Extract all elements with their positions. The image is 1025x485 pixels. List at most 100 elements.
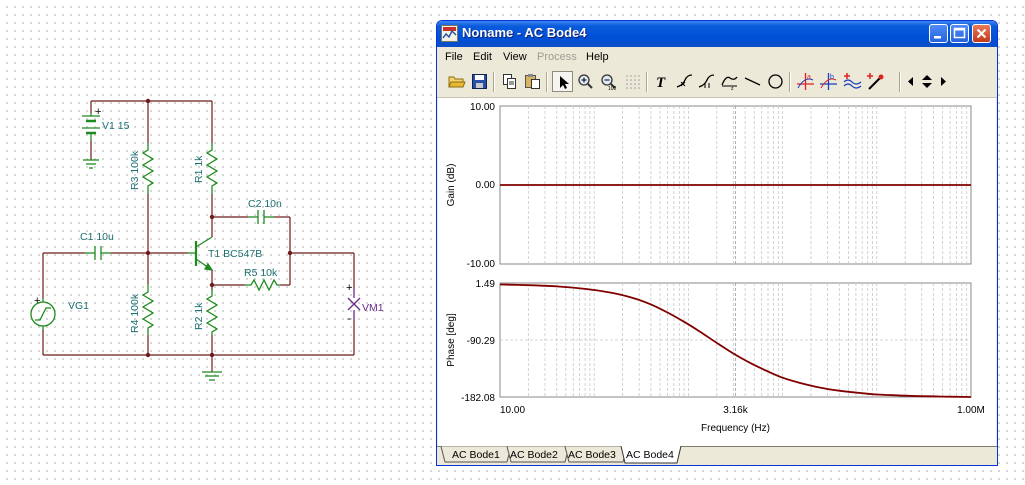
pointer-button[interactable] [552,71,573,92]
svg-text:a: a [807,74,811,81]
app-icon [441,25,458,42]
menu-process[interactable]: Process [537,51,577,63]
save-icon [472,74,487,89]
maximize-icon [953,27,966,39]
x-axis-label: Frequency (Hz) [701,423,770,434]
menu-help[interactable]: Help [586,51,609,63]
label-t1: T1 BC547B [208,248,262,260]
text-button[interactable]: T [651,71,672,92]
cursor-a-button[interactable]: a [795,71,816,92]
close-button[interactable] [972,24,991,43]
minus-sign: - [347,311,351,325]
circle-icon [768,74,783,89]
zoom-out-button[interactable]: 100 [598,71,619,92]
components [30,113,280,381]
arrow-right-button[interactable] [937,71,949,92]
copy-icon [503,74,516,89]
bode-window: Noname - AC Bode4 File Edit View Process… [436,20,998,466]
arrow-right-icon [941,77,946,86]
close-icon [976,28,987,39]
resistor-r5[interactable] [245,278,280,292]
minimize-button[interactable] [929,24,948,43]
x-tick: 1.00M [957,405,985,416]
plus-sign: + [346,282,352,294]
menu-file[interactable]: File [445,51,463,63]
arrow-updown-button[interactable] [918,71,936,92]
svg-text:b: b [830,74,834,81]
resistor-r4[interactable] [141,284,155,335]
x-tick: 10.00 [500,405,525,416]
cursor-b-button[interactable]: b [818,71,839,92]
pointer-icon [560,76,569,89]
zoom-in-button[interactable] [575,71,596,92]
gain-y-tick: 10.00 [470,102,495,113]
resistor-r3[interactable] [141,143,155,194]
resistor-r2[interactable] [205,290,219,335]
gain-y-label: Gain (dB) [446,164,457,207]
curve-b-icon [698,74,715,88]
zoom-out-icon: 100 [601,74,617,91]
curve-a-button[interactable] [674,71,695,92]
x-tick: 3.16k [723,405,748,416]
curve-a-icon [676,74,693,88]
plus-sign: + [34,295,40,307]
open-button[interactable] [446,71,467,92]
label-r2: R2 1k [193,302,205,330]
phase-y-tick: 1.49 [476,279,496,290]
label-c2: C2 10n [248,198,282,210]
plus-sign: + [95,106,101,118]
phase-plot[interactable]: 1.49 -90.29 -182.08 Phase [deg] 10.00 3.… [446,279,985,434]
probe-button[interactable] [865,71,886,92]
tab-ac-bode4-active[interactable]: AC Bode4 [620,446,682,464]
tab-ac-bode2[interactable]: AC Bode2 [506,446,570,463]
line-button[interactable] [742,71,763,92]
window-title: Noname - AC Bode4 [462,25,587,40]
wave-cursor-icon [843,73,862,89]
gain-plot[interactable]: 10.00 0.00 -10.00 Gain (dB) [446,102,972,270]
save-button[interactable] [469,71,490,92]
menu-bar: File Edit View Process Help [437,47,997,67]
ground-icon [83,159,99,169]
curve-c-button[interactable]: z [719,71,740,92]
grid-button[interactable] [622,71,643,92]
resistor-r1[interactable] [205,143,219,194]
label-v1: V1 15 [102,120,130,132]
zoom-in-icon [578,74,593,89]
menu-view[interactable]: View [503,51,527,63]
tab-bar: AC Bode1 AC Bode2 AC Bode3 AC Bode4 [437,446,997,465]
title-bar[interactable]: Noname - AC Bode4 [437,21,997,47]
menu-edit[interactable]: Edit [473,51,492,63]
cursor-b-icon: b [820,73,837,90]
curve-b-button[interactable] [696,71,717,92]
curve-c-icon: z [721,76,738,91]
copy-button[interactable] [499,71,520,92]
paste-icon [525,74,540,89]
ground-icon [202,371,222,381]
arrow-left-button[interactable] [905,71,917,92]
toolbar: 100 T z a b [437,67,997,98]
label-r3: R3 100k [129,150,141,190]
circle-button[interactable] [765,71,786,92]
circuit-schematic: + + + - V1 15 R3 100k R1 1k C2 10n C1 10… [30,98,384,381]
text-icon: T [656,75,666,91]
label-r4: R4 100k [129,293,141,333]
paste-button[interactable] [522,71,543,92]
svg-text:T: T [656,75,666,91]
maximize-button[interactable] [950,24,969,43]
capacitor-c1[interactable] [85,246,111,260]
minimize-icon [934,36,941,39]
gain-y-tick: -10.00 [467,259,496,270]
phase-y-ticks: 1.49 -90.29 -182.08 [461,279,495,404]
cursor-a-icon: a [797,73,814,90]
capacitor-c2[interactable] [248,210,274,224]
x-ticks: 10.00 3.16k 1.00M [500,405,985,416]
plot-area[interactable]: 10.00 0.00 -10.00 Gain (dB) 1.49 -90.29 … [438,98,996,446]
probe-icon [867,73,884,90]
tab-ac-bode3[interactable]: AC Bode3 [564,446,628,463]
tab-label: AC Bode1 [452,449,500,461]
wave-cursor-button[interactable] [842,71,863,92]
tab-ac-bode1[interactable]: AC Bode1 [440,446,512,463]
phase-y-label: Phase [deg] [446,313,457,367]
grid-icon [626,75,640,89]
tab-label: AC Bode4 [626,449,674,461]
